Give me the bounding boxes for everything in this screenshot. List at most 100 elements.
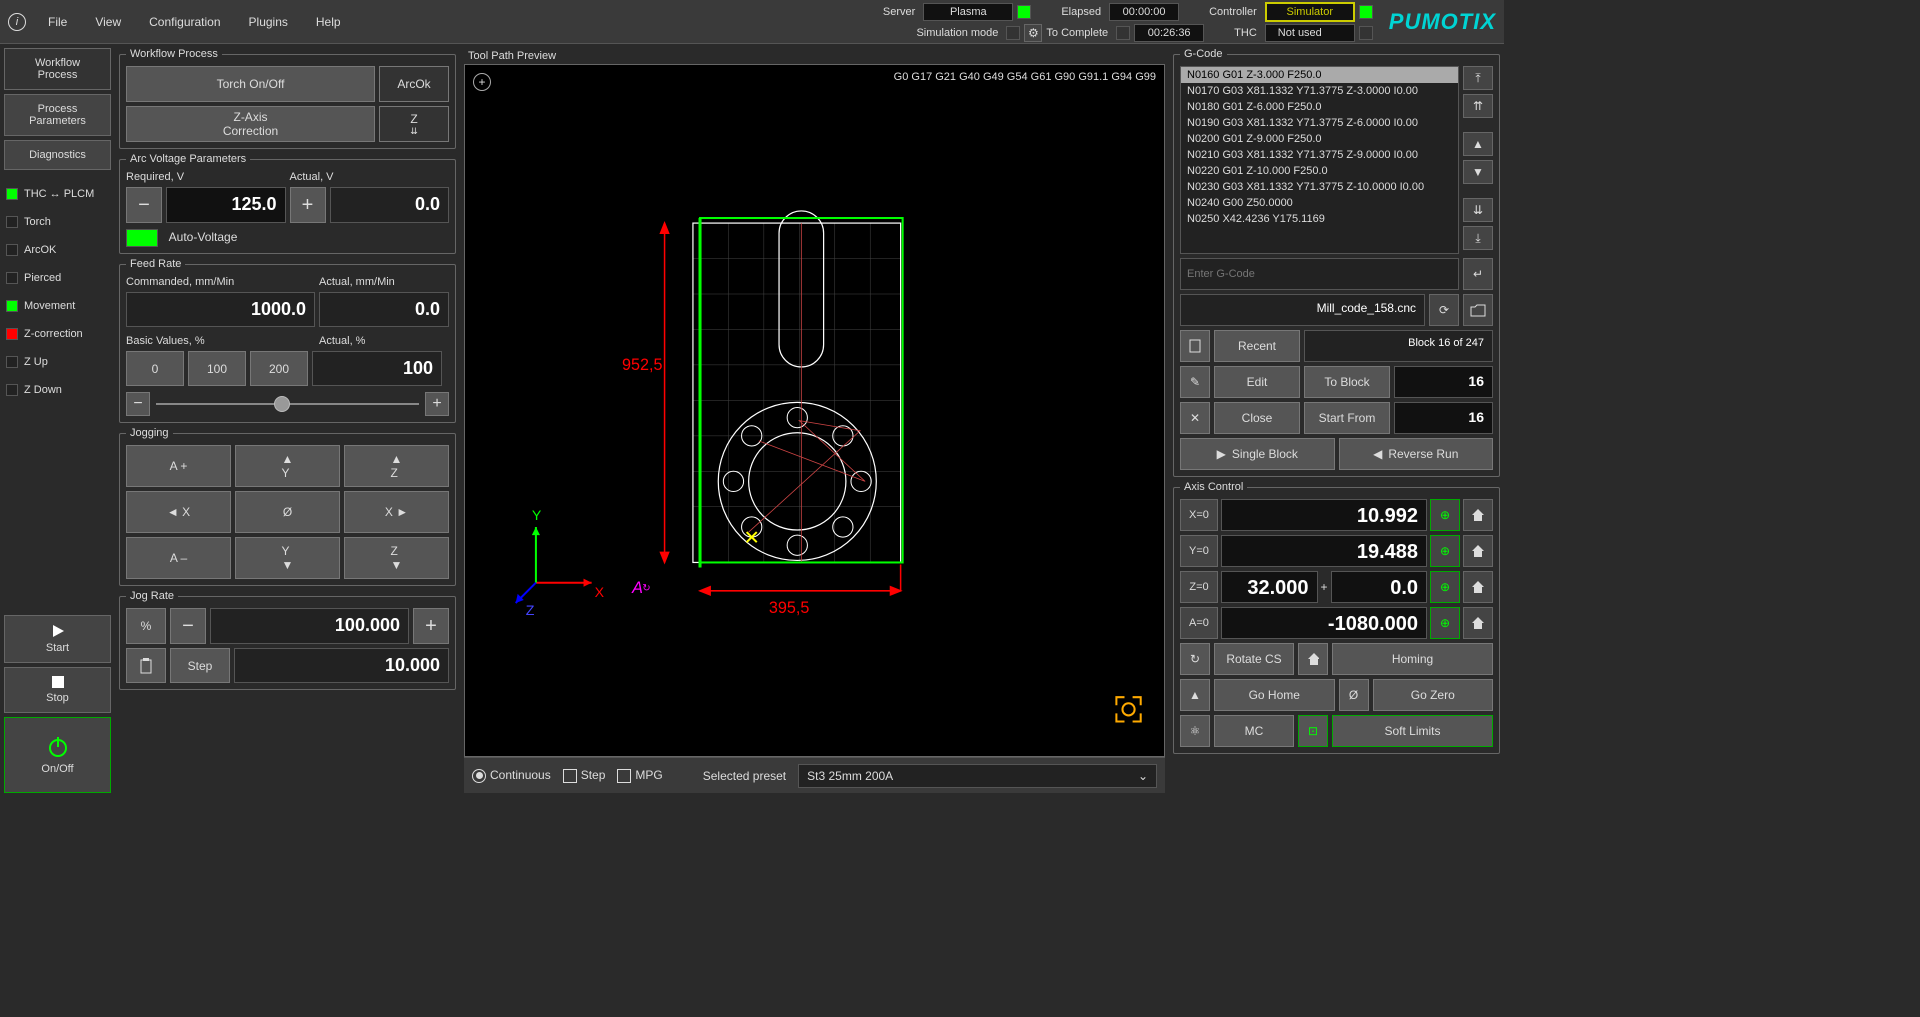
softlimits-icon-button[interactable]: ⊡ <box>1298 715 1328 747</box>
voltage-inc-button[interactable]: + <box>290 187 326 223</box>
a-home-button[interactable] <box>1463 607 1493 639</box>
singleblock-button[interactable]: ▶Single Block <box>1180 438 1335 470</box>
continuous-radio[interactable]: Continuous <box>472 768 551 783</box>
gcode-down-button[interactable]: ▼ <box>1463 160 1493 184</box>
jog-y-plus[interactable]: ▲Y <box>235 445 340 487</box>
x-home-button[interactable] <box>1463 499 1493 531</box>
menu-file[interactable]: File <box>34 11 81 33</box>
gohome-icon-button[interactable]: ▲ <box>1180 679 1210 711</box>
zaxis-correction-button[interactable]: Z-Axis Correction <box>126 106 375 142</box>
torch-onoff-button[interactable]: Torch On/Off <box>126 66 375 102</box>
x-value[interactable]: 10.992 <box>1221 499 1427 531</box>
gcode-line[interactable]: N0250 X42.4236 Y175.1169 <box>1181 211 1458 227</box>
close-button[interactable]: Close <box>1214 402 1300 434</box>
jog-z-plus[interactable]: ▲Z <box>344 445 449 487</box>
gcode-up-button[interactable]: ▲ <box>1463 132 1493 156</box>
a-zero-button[interactable]: A=0 <box>1180 607 1218 639</box>
reverserun-button[interactable]: ◀Reverse Run <box>1339 438 1494 470</box>
settings-icon[interactable]: ⚙ <box>1024 24 1042 42</box>
a-target-button[interactable]: ⊕ <box>1430 607 1460 639</box>
z-target-button[interactable]: ⊕ <box>1430 571 1460 603</box>
feed-200-button[interactable]: 200 <box>250 351 308 386</box>
gcode-line[interactable]: N0220 G01 Z-10.000 F250.0 <box>1181 163 1458 179</box>
homing-button[interactable]: Homing <box>1332 643 1493 675</box>
z-value-2[interactable]: 0.0 <box>1331 571 1428 603</box>
onoff-button[interactable]: On/Off <box>4 717 111 793</box>
rotate-icon-button[interactable]: ↻ <box>1180 643 1210 675</box>
step-checkbox[interactable]: Step <box>563 768 606 783</box>
jograte-inc-button[interactable]: + <box>413 608 449 644</box>
close-icon-button[interactable]: ✕ <box>1180 402 1210 434</box>
softlimits-button[interactable]: Soft Limits <box>1332 715 1493 747</box>
arcok-button[interactable]: ArcOk <box>379 66 449 102</box>
x-zero-button[interactable]: X=0 <box>1180 499 1218 531</box>
feed-inc-button[interactable]: + <box>425 392 449 416</box>
startfrom-button[interactable]: Start From <box>1304 402 1390 434</box>
stop-button[interactable]: Stop <box>4 667 111 713</box>
jograte-pct-button[interactable]: % <box>126 608 166 644</box>
step-button[interactable]: Step <box>170 648 230 683</box>
mc-button[interactable]: MC <box>1214 715 1294 747</box>
toblock-value[interactable]: 16 <box>1394 366 1493 398</box>
jog-y-minus[interactable]: Y▼ <box>235 537 340 579</box>
tab-process-params[interactable]: Process Parameters <box>4 94 111 136</box>
jog-a-plus[interactable]: A + <box>126 445 231 487</box>
jograte-dec-button[interactable]: − <box>170 608 206 644</box>
y-zero-button[interactable]: Y=0 <box>1180 535 1218 567</box>
jog-z-minus[interactable]: Z▼ <box>344 537 449 579</box>
gozero-button[interactable]: Go Zero <box>1373 679 1494 711</box>
y-home-button[interactable] <box>1463 535 1493 567</box>
menu-help[interactable]: Help <box>302 11 355 33</box>
start-button[interactable]: Start <box>4 615 111 663</box>
gozero-icon-button[interactable]: Ø <box>1339 679 1369 711</box>
gcode-pgup-button[interactable]: ⇈ <box>1463 94 1493 118</box>
feed-dec-button[interactable]: − <box>126 392 150 416</box>
gcode-line[interactable]: N0200 G01 Z-9.000 F250.0 <box>1181 131 1458 147</box>
gcode-line[interactable]: N0230 G03 X81.1332 Y71.3775 Z-10.0000 I0… <box>1181 179 1458 195</box>
jog-a-minus[interactable]: A – <box>126 537 231 579</box>
mpg-checkbox[interactable]: MPG <box>617 768 662 783</box>
jog-x-plus[interactable]: X ► <box>344 491 449 533</box>
preset-select[interactable]: St3 25mm 200A ⌄ <box>798 764 1157 788</box>
gcode-input[interactable] <box>1180 258 1459 290</box>
gcode-line[interactable]: N0160 G01 Z-3.000 F250.0 <box>1181 67 1458 83</box>
reload-button[interactable]: ⟳ <box>1429 294 1459 326</box>
gcode-line[interactable]: N0170 G03 X81.1332 Y71.3775 Z-3.0000 I0.… <box>1181 83 1458 99</box>
startfrom-value[interactable]: 16 <box>1394 402 1493 434</box>
toolpath-preview[interactable]: G0 G17 G21 G40 G49 G54 G61 G90 G91.1 G94… <box>464 64 1165 757</box>
jog-origin[interactable]: Ø <box>235 491 340 533</box>
gcode-line[interactable]: N0190 G03 X81.1332 Y71.3775 Z-6.0000 I0.… <box>1181 115 1458 131</box>
a-value[interactable]: -1080.000 <box>1221 607 1427 639</box>
gcode-line[interactable]: N0210 G03 X81.1332 Y71.3775 Z-9.0000 I0.… <box>1181 147 1458 163</box>
tab-workflow-process[interactable]: Workflow Process <box>4 48 111 90</box>
gcode-top-button[interactable]: ⤒ <box>1463 66 1493 90</box>
menu-plugins[interactable]: Plugins <box>235 11 302 33</box>
voltage-dec-button[interactable]: − <box>126 187 162 223</box>
z-zero-button[interactable]: Z=0 <box>1180 571 1218 603</box>
gcode-line[interactable]: N0180 G01 Z-6.000 F250.0 <box>1181 99 1458 115</box>
simmode-toggle[interactable] <box>1006 26 1020 40</box>
gcode-enter-button[interactable]: ↵ <box>1463 258 1493 290</box>
menu-config[interactable]: Configuration <box>135 11 234 33</box>
gohome-button[interactable]: Go Home <box>1214 679 1335 711</box>
gcode-list[interactable]: N0160 G01 Z-3.000 F250.0N0170 G03 X81.13… <box>1180 66 1459 254</box>
rotate-cs-button[interactable]: Rotate CS <box>1214 643 1294 675</box>
gcode-bottom-button[interactable]: ⤓ <box>1463 226 1493 250</box>
gcode-line[interactable]: N0240 G00 Z50.0000 <box>1181 195 1458 211</box>
feed-slider[interactable] <box>156 403 419 405</box>
jog-x-minus[interactable]: ◄ X <box>126 491 231 533</box>
step-value[interactable]: 10.000 <box>234 648 449 683</box>
mc-icon-button[interactable]: ⚛ <box>1180 715 1210 747</box>
jog-clipboard-button[interactable] <box>126 648 166 683</box>
jograte-value[interactable]: 100.000 <box>210 608 409 644</box>
tab-diagnostics[interactable]: Diagnostics <box>4 140 111 170</box>
menu-view[interactable]: View <box>81 11 135 33</box>
gcode-pgdn-button[interactable]: ⇊ <box>1463 198 1493 222</box>
feed-0-button[interactable]: 0 <box>126 351 184 386</box>
x-target-button[interactable]: ⊕ <box>1430 499 1460 531</box>
auto-voltage-toggle[interactable] <box>126 229 158 247</box>
z-home-button[interactable] <box>1463 571 1493 603</box>
z-value-1[interactable]: 32.000 <box>1221 571 1318 603</box>
feed-100-button[interactable]: 100 <box>188 351 246 386</box>
y-target-button[interactable]: ⊕ <box>1430 535 1460 567</box>
